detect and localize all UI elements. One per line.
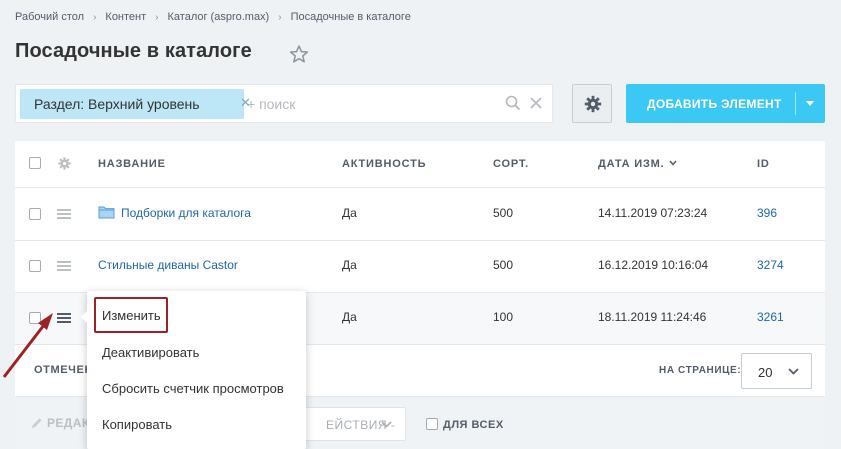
column-header-id[interactable]: ID (757, 158, 770, 170)
row-id-link[interactable]: 396 (757, 206, 777, 220)
breadcrumb-item-desktop[interactable]: Рабочий стол (15, 11, 84, 23)
breadcrumb-item-catalog[interactable]: Каталог (aspro.max) (168, 11, 270, 23)
row-sort: 500 (493, 206, 514, 220)
edit-action-label: РЕДАК (47, 416, 90, 430)
row-name-link[interactable]: Стильные диваны Castor (98, 258, 238, 272)
column-header-date[interactable]: ДАТА ИЗМ. (598, 158, 678, 170)
grid-header: НАЗВАНИЕ АКТИВНОСТЬ СОРТ. ДАТА ИЗМ. ID (15, 141, 825, 188)
per-page-select[interactable]: 20 (741, 353, 812, 389)
column-header-activity[interactable]: АКТИВНОСТЬ (342, 158, 426, 170)
settings-button[interactable] (572, 84, 612, 123)
star-icon[interactable] (289, 44, 309, 64)
pencil-icon (32, 418, 42, 428)
row-menu-icon[interactable] (57, 313, 71, 324)
row-context-menu: Изменить Деактивировать Сбросить счетчик… (81, 291, 306, 449)
row-id-link[interactable]: 3261 (757, 310, 784, 324)
filter-chip-label: Раздел: Верхний уровень (34, 96, 200, 112)
chevron-down-icon (381, 421, 392, 428)
search-icon[interactable] (505, 95, 521, 111)
gear-icon (584, 95, 602, 113)
menu-item-copy[interactable]: Копировать (102, 417, 172, 432)
filter-chip[interactable]: Раздел: Верхний уровень (20, 89, 244, 119)
row-menu-icon[interactable] (57, 261, 71, 272)
add-element-button[interactable]: ДОБАВИТЬ ЭЛЕМЕНТ (626, 84, 825, 123)
menu-item-deactivate[interactable]: Деактивировать (102, 345, 199, 360)
clear-icon[interactable] (529, 96, 543, 110)
menu-item-edit[interactable]: Изменить (102, 308, 161, 323)
row-checkbox[interactable] (29, 208, 41, 220)
select-all-checkbox[interactable] (29, 157, 41, 169)
chevron-down-icon (788, 368, 799, 375)
row-id-link[interactable]: 3274 (757, 258, 784, 272)
breadcrumb: Рабочий стол › Контент › Каталог (aspro.… (15, 11, 411, 23)
row-date: 16.12.2019 10:16:04 (598, 258, 709, 272)
row-date: 14.11.2019 07:23:24 (598, 206, 708, 220)
per-page-label: НА СТРАНИЦЕ: (659, 365, 742, 376)
for-all-label: ДЛЯ ВСЕХ (443, 419, 504, 431)
per-page-value: 20 (758, 365, 773, 380)
row-menu-icon[interactable] (57, 209, 71, 220)
for-all-checkbox[interactable] (426, 418, 438, 430)
row-sort: 500 (493, 258, 514, 272)
column-header-date-label: ДАТА ИЗМ. (598, 158, 665, 170)
annotation-arrow-icon (2, 313, 53, 378)
row-active: Да (342, 258, 357, 272)
page-title: Посадочные в каталоге (15, 40, 252, 62)
row-active: Да (342, 310, 357, 324)
add-element-label: ДОБАВИТЬ ЭЛЕМЕНТ (647, 97, 782, 111)
column-header-sort[interactable]: СОРТ. (493, 158, 529, 170)
row-checkbox[interactable] (29, 260, 41, 272)
button-divider (795, 92, 796, 115)
edit-action-button[interactable]: РЕДАК (31, 416, 90, 430)
table-row[interactable]: Стильные диваны Castor Да 500 16.12.2019… (15, 241, 825, 293)
sort-down-icon (669, 160, 678, 166)
breadcrumb-item-current[interactable]: Посадочные в каталоге (291, 11, 411, 23)
search-input[interactable] (247, 94, 497, 114)
chevron-right-icon: › (278, 11, 282, 23)
row-name-link[interactable]: Подборки для каталога (121, 206, 251, 220)
chevron-right-icon: › (155, 11, 159, 23)
folder-icon (98, 206, 115, 219)
column-header-name[interactable]: НАЗВАНИЕ (98, 158, 166, 170)
row-date: 18.11.2019 11:24:46 (598, 310, 707, 324)
filter-bar: Раздел: Верхний уровень ✕ (15, 84, 553, 123)
menu-item-reset-views[interactable]: Сбросить счетчик просмотров (102, 381, 284, 396)
gear-icon[interactable] (58, 157, 71, 170)
table-row[interactable]: Подборки для каталога Да 500 14.11.2019 … (15, 189, 825, 241)
breadcrumb-item-content[interactable]: Контент (105, 11, 146, 23)
row-active: Да (342, 206, 357, 220)
chevron-right-icon: › (93, 11, 97, 23)
row-sort: 100 (493, 310, 514, 324)
chevron-down-icon[interactable] (806, 101, 814, 106)
